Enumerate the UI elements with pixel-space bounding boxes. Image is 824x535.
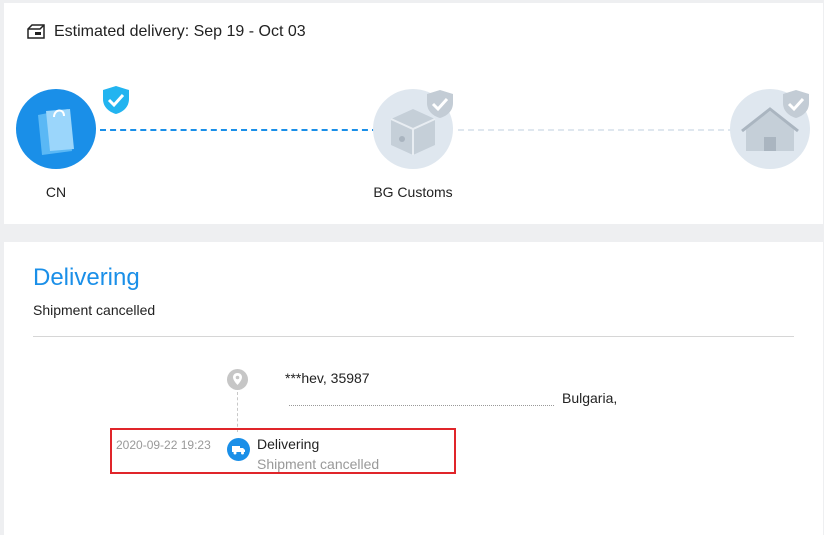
check-shield-icon [783, 90, 809, 118]
divider [33, 336, 794, 337]
status-subtitle: Shipment cancelled [33, 302, 156, 318]
address-redacted [289, 405, 554, 406]
highlight-box [110, 428, 456, 474]
delivery-progress-card: Estimated delivery: Sep 19 - Oct 03 CN B… [4, 3, 823, 224]
shopping-bag-icon [38, 109, 74, 155]
timeline-connector [237, 392, 238, 432]
progress-segment-pending [458, 129, 734, 131]
status-title: Delivering [33, 264, 140, 291]
check-shield-icon [427, 90, 453, 118]
estimated-delivery-text: Estimated delivery: Sep 19 - Oct 03 [54, 23, 306, 40]
tracking-details-card: Delivering Shipment cancelled ***hev, 35… [4, 242, 823, 535]
progress-node-label-bg-customs: BG Customs [373, 184, 453, 200]
progress-node-cn [16, 89, 96, 169]
estimated-delivery: Estimated delivery: Sep 19 - Oct 03 [26, 23, 306, 41]
address-line-2: Bulgaria, [562, 390, 618, 406]
check-shield-icon [103, 86, 129, 114]
address-line-1: ***hev, 35987 [285, 370, 370, 386]
progress-segment-complete [100, 129, 378, 131]
delivery-box-icon [27, 24, 45, 39]
location-pin-icon [227, 369, 248, 390]
progress-node-label-cn: CN [45, 184, 67, 200]
